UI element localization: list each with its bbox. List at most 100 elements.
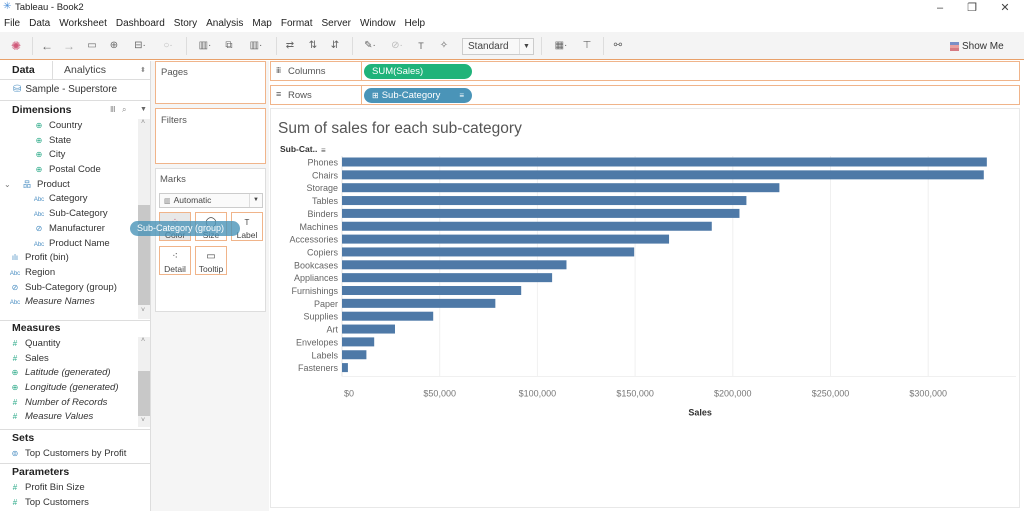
- dimensions-scrollbar[interactable]: ˄ ˅: [138, 119, 150, 319]
- bar-bookcases[interactable]: [342, 260, 567, 270]
- field-item[interactable]: Abc Category: [0, 192, 137, 207]
- expand-plus-icon[interactable]: ⊞: [372, 91, 379, 100]
- bar-machines[interactable]: [342, 221, 712, 231]
- field-item[interactable]: ⊕ State: [0, 134, 137, 149]
- field-item[interactable]: ⊕ Longitude (generated): [0, 381, 137, 396]
- tab-analytics[interactable]: Analytics: [64, 61, 106, 80]
- bar-furnishings[interactable]: [342, 286, 522, 295]
- new-worksheet-icon[interactable]: ▥·: [193, 37, 217, 55]
- sort-descending-icon[interactable]: ⇵: [328, 37, 342, 55]
- field-item[interactable]: # Quantity: [0, 337, 137, 352]
- menu-worksheet[interactable]: Worksheet: [59, 16, 107, 31]
- search-icon[interactable]: ⌕: [122, 103, 126, 117]
- minimize-button[interactable]: –: [925, 1, 955, 15]
- new-datasource-icon[interactable]: ⊕: [107, 37, 121, 55]
- category-label[interactable]: Machines: [299, 222, 338, 232]
- scroll-down-icon[interactable]: ˅: [141, 307, 145, 314]
- presentation-mode-icon[interactable]: ⊤: [580, 37, 594, 55]
- restore-button[interactable]: ❐: [957, 1, 987, 15]
- tableau-home-icon[interactable]: ✺: [9, 37, 23, 55]
- pause-updates-icon[interactable]: ⊟·: [129, 37, 151, 55]
- category-label[interactable]: Labels: [311, 350, 338, 360]
- bar-envelopes[interactable]: [342, 337, 375, 347]
- category-label[interactable]: Accessories: [289, 235, 338, 245]
- row-header-label[interactable]: Sub-Cat..: [280, 144, 317, 154]
- columns-shelf[interactable]: ⅲ Columns SUM(Sales): [270, 61, 1020, 81]
- mark-type-select[interactable]: ▥ Automatic ▼: [159, 193, 263, 208]
- bar-paper[interactable]: [342, 298, 496, 308]
- detail-button[interactable]: ⁖ Detail: [159, 246, 191, 275]
- category-label[interactable]: Phones: [307, 158, 338, 168]
- field-item[interactable]: # Number of Records: [0, 396, 137, 411]
- field-item[interactable]: ⊕ Postal Code: [0, 163, 137, 178]
- field-item[interactable]: Abc Sub-Category: [0, 207, 137, 222]
- scroll-down-icon[interactable]: ˅: [141, 417, 145, 424]
- sort-ascending-icon[interactable]: ⇅: [306, 37, 320, 55]
- bar-accessories[interactable]: [342, 234, 670, 244]
- menu-help[interactable]: Help: [405, 16, 426, 31]
- x-axis-label[interactable]: Sales: [688, 407, 712, 417]
- scroll-thumb[interactable]: [138, 205, 150, 305]
- save-icon[interactable]: ▭: [85, 37, 99, 55]
- category-label[interactable]: Chairs: [312, 170, 339, 180]
- tooltip-button[interactable]: ▭ Tooltip: [195, 246, 227, 275]
- category-label[interactable]: Art: [326, 325, 338, 335]
- undo-icon[interactable]: ←: [40, 37, 54, 55]
- field-item[interactable]: ılı Profit (bin): [0, 251, 137, 266]
- bar-binders[interactable]: [342, 208, 740, 218]
- bar-chairs[interactable]: [342, 170, 984, 180]
- tab-data[interactable]: Data: [12, 61, 35, 80]
- filters-card[interactable]: Filters: [155, 108, 266, 164]
- scroll-up-icon[interactable]: ˄: [141, 119, 145, 126]
- field-item[interactable]: ⊕ City: [0, 148, 137, 163]
- swap-rows-columns-icon[interactable]: ⇄: [283, 37, 297, 55]
- share-icon[interactable]: ⚯: [611, 37, 625, 55]
- clear-sheet-icon[interactable]: ▥·: [244, 37, 268, 55]
- category-label[interactable]: Storage: [306, 183, 338, 193]
- sub-category-pill[interactable]: ⊞ Sub-Category ≡: [364, 88, 472, 103]
- rows-shelf[interactable]: ≡ Rows ⊞ Sub-Category ≡: [270, 85, 1020, 105]
- category-label[interactable]: Appliances: [294, 273, 339, 283]
- show-mark-labels-icon[interactable]: T: [414, 37, 428, 55]
- category-label[interactable]: Paper: [314, 299, 338, 309]
- bar-appliances[interactable]: [342, 273, 553, 283]
- collapse-chevron-icon[interactable]: ⌄: [4, 178, 11, 193]
- scroll-up-icon[interactable]: ˄: [141, 337, 145, 344]
- field-item[interactable]: ⊚ Top Customers by Profit: [0, 447, 150, 462]
- group-members-icon[interactable]: ⊘·: [387, 37, 407, 55]
- category-label[interactable]: Tables: [312, 196, 339, 206]
- menu-format[interactable]: Format: [281, 16, 313, 31]
- view-toggle-icon[interactable]: Ⅲ: [110, 103, 116, 117]
- field-item[interactable]: Abc Region: [0, 266, 137, 281]
- field-item[interactable]: ⊘ Manufacturer: [0, 222, 137, 237]
- bar-storage[interactable]: [342, 183, 780, 193]
- show-cards-icon[interactable]: ▦·: [550, 37, 572, 55]
- field-item[interactable]: Abc Product Name: [0, 237, 137, 252]
- menu-file[interactable]: File: [4, 16, 20, 31]
- category-label[interactable]: Furnishings: [291, 286, 338, 296]
- menu-server[interactable]: Server: [322, 16, 351, 31]
- category-label[interactable]: Supplies: [303, 312, 338, 322]
- field-item[interactable]: ⌄ 品 Product: [0, 178, 137, 193]
- field-item[interactable]: # Measure Values: [0, 410, 137, 425]
- measures-scrollbar[interactable]: ˄ ˅: [138, 337, 150, 427]
- field-item[interactable]: ⊕ Country: [0, 119, 137, 134]
- field-item[interactable]: # Top Customers: [0, 496, 150, 511]
- menu-data[interactable]: Data: [29, 16, 50, 31]
- category-label[interactable]: Binders: [307, 209, 338, 219]
- bar-art[interactable]: [342, 324, 395, 334]
- category-label[interactable]: Bookcases: [294, 260, 339, 270]
- field-item[interactable]: # Profit Bin Size: [0, 481, 150, 496]
- category-label[interactable]: Copiers: [307, 247, 339, 257]
- menu-window[interactable]: Window: [360, 16, 396, 31]
- category-label[interactable]: Envelopes: [296, 337, 339, 347]
- bar-copiers[interactable]: [342, 247, 635, 257]
- menu-analysis[interactable]: Analysis: [206, 16, 243, 31]
- bar-supplies[interactable]: [342, 311, 434, 321]
- bar-phones[interactable]: [342, 157, 987, 167]
- scroll-thumb[interactable]: [138, 371, 150, 416]
- redo-icon[interactable]: →: [62, 37, 76, 55]
- menu-dashboard[interactable]: Dashboard: [116, 16, 165, 31]
- field-item[interactable]: Abc Measure Names: [0, 295, 137, 310]
- tab-scroll-icon[interactable]: ⬍: [140, 61, 146, 80]
